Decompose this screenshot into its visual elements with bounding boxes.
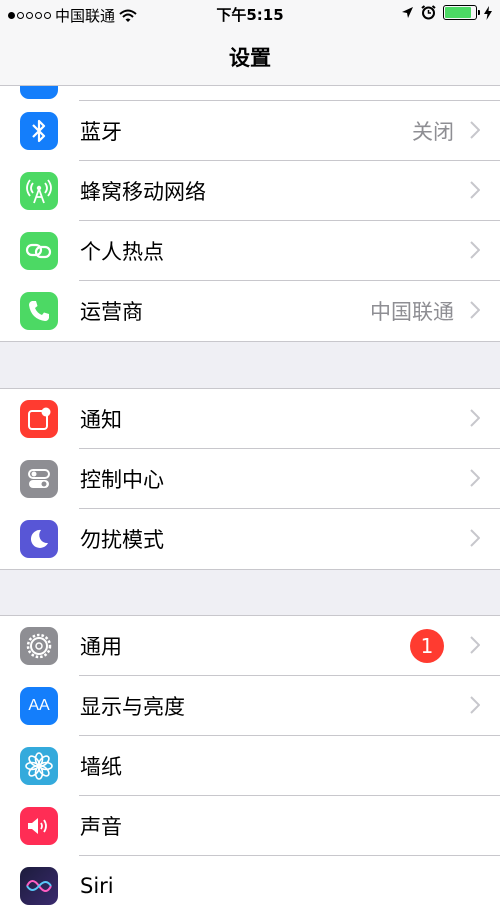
settings-row-do-not-disturb[interactable]: 勿扰模式: [0, 509, 500, 569]
notification-icon: [20, 400, 58, 438]
settings-row-hotspot[interactable]: 个人热点: [0, 221, 500, 281]
status-bar: 中国联通 下午5:15: [0, 0, 500, 28]
gear-icon: [20, 627, 58, 665]
settings-group-general: 通用 1 AA 显示与亮度 墙纸 声音 Siri: [0, 615, 500, 916]
settings-row-bluetooth[interactable]: 蓝牙 关闭: [0, 101, 500, 161]
chevron-right-icon: [470, 121, 480, 139]
settings-row-carrier[interactable]: 运营商 中国联通: [0, 281, 500, 341]
row-label: 通用: [80, 635, 122, 659]
text-size-icon: AA: [20, 687, 58, 725]
chevron-right-icon: [470, 181, 480, 199]
settings-row-wallpaper[interactable]: 墙纸: [0, 736, 500, 796]
chevron-right-icon: [470, 301, 480, 319]
settings-row-siri[interactable]: Siri: [0, 856, 500, 916]
row-value: 关闭: [412, 120, 454, 144]
chevron-right-icon: [470, 696, 480, 714]
row-label: 个人热点: [80, 240, 164, 264]
bluetooth-icon: [20, 112, 58, 150]
moon-icon: [20, 520, 58, 558]
settings-group-connectivity: 蓝牙 关闭 蜂窝移动网络 个人热点 运营商 中国联通: [0, 86, 500, 342]
chevron-right-icon: [470, 469, 480, 487]
flower-icon: [20, 747, 58, 785]
charging-bolt-icon: [484, 5, 492, 20]
settings-row-sounds[interactable]: 声音: [0, 796, 500, 856]
row-value: 中国联通: [370, 300, 454, 324]
notification-badge: 1: [410, 629, 444, 663]
row-label: 运营商: [80, 300, 143, 324]
location-arrow-icon: [402, 7, 413, 18]
settings-row-cellular[interactable]: 蜂窝移动网络: [0, 161, 500, 221]
row-label: 蓝牙: [80, 120, 122, 144]
hotspot-link-icon: [20, 232, 58, 270]
row-label: 墙纸: [80, 755, 122, 779]
settings-row-general[interactable]: 通用 1: [0, 616, 500, 676]
row-label: 蜂窝移动网络: [80, 180, 206, 204]
phone-icon: [20, 292, 58, 330]
chevron-right-icon: [470, 636, 480, 654]
settings-row-control-center[interactable]: 控制中心: [0, 449, 500, 509]
settings-group-notifications: 通知 控制中心 勿扰模式: [0, 388, 500, 570]
toggle-switches-icon: [20, 460, 58, 498]
row-label: 控制中心: [80, 468, 164, 492]
icon-text: AA: [28, 697, 50, 714]
wifi-setting-icon: [20, 86, 58, 99]
alarm-icon: [421, 5, 436, 20]
settings-row-notifications[interactable]: 通知: [0, 389, 500, 449]
speaker-icon: [20, 807, 58, 845]
settings-row-display-brightness[interactable]: AA 显示与亮度: [0, 676, 500, 736]
battery-icon: [443, 5, 480, 20]
row-label: 声音: [80, 815, 122, 839]
chevron-right-icon: [470, 529, 480, 547]
row-label: 显示与亮度: [80, 695, 185, 719]
row-label: 勿扰模式: [80, 528, 164, 552]
settings-row-partial[interactable]: [0, 86, 500, 101]
navigation-bar: 设置: [0, 28, 500, 86]
cellular-antenna-icon: [20, 172, 58, 210]
row-label: Siri: [80, 874, 114, 898]
row-label: 通知: [80, 408, 122, 432]
siri-icon: [20, 867, 58, 905]
page-title: 设置: [229, 46, 271, 70]
chevron-right-icon: [470, 409, 480, 427]
chevron-right-icon: [470, 241, 480, 259]
status-right: [401, 5, 492, 20]
